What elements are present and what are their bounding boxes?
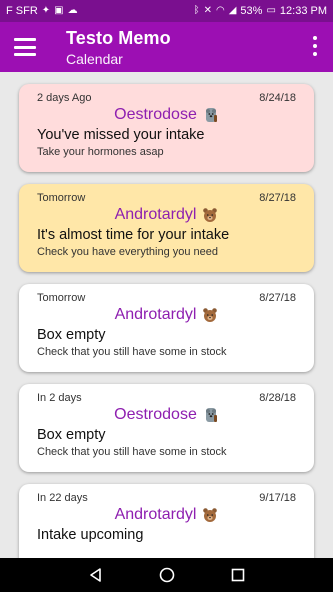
drug-name: Oestrodose bbox=[114, 406, 197, 423]
reminder-title: It's almost time for your intake bbox=[37, 227, 230, 243]
relative-time: 2 days Ago bbox=[37, 92, 92, 104]
status-bar: F SFR ✦ ▣ ☁ ᛒ ✕ ◠ ◢ 53% ▭ 12:33 PM bbox=[0, 0, 333, 22]
drug-name: Androtardyl bbox=[114, 206, 197, 223]
reminder-list[interactable]: 2 days Ago 8/24/18 Oestrodose You've mis… bbox=[0, 72, 333, 558]
date-label: 8/24/18 bbox=[259, 92, 296, 104]
wifi-icon: ◠ bbox=[215, 5, 225, 16]
reminder-description: Check that you still have some in stock bbox=[37, 446, 227, 458]
reminder-title: Box empty bbox=[37, 427, 106, 443]
relative-time: Tomorrow bbox=[37, 192, 86, 204]
signal-icon: ◢ bbox=[228, 5, 237, 16]
reminder-title: You've missed your intake bbox=[37, 127, 205, 143]
status-right: ᛒ ✕ ◠ ◢ 53% ▭ 12:33 PM bbox=[194, 5, 327, 17]
bluetooth-icon: ᛒ bbox=[193, 5, 200, 16]
app-bar: Testo Memo Calendar bbox=[0, 22, 333, 72]
drug-name: Oestrodose bbox=[114, 106, 197, 123]
date-label: 8/27/18 bbox=[259, 192, 296, 204]
date-label: 9/17/18 bbox=[259, 492, 296, 504]
carrier-label: F SFR bbox=[6, 5, 38, 17]
overflow-menu-icon[interactable] bbox=[313, 36, 317, 56]
reminder-description: Check that you still have some in stock bbox=[37, 346, 227, 358]
bear-icon bbox=[202, 307, 218, 323]
app-subtitle: Calendar bbox=[66, 51, 123, 67]
reminder-title: Box empty bbox=[37, 327, 106, 343]
date-label: 8/28/18 bbox=[259, 392, 296, 404]
drug-name: Androtardyl bbox=[114, 506, 197, 523]
reminder-description: Take your hormones asap bbox=[37, 146, 164, 158]
recent-apps-icon[interactable] bbox=[229, 566, 247, 584]
koala-icon bbox=[203, 407, 219, 423]
menu-icon[interactable] bbox=[14, 38, 36, 56]
reminder-card[interactable]: 2 days Ago 8/24/18 Oestrodose You've mis… bbox=[19, 84, 314, 172]
app-title: Testo Memo bbox=[66, 28, 171, 48]
puzzle-icon: ✦ bbox=[41, 5, 51, 16]
reminder-card[interactable]: Tomorrow 8/27/18 Androtardyl It's almost… bbox=[19, 184, 314, 272]
navigation-bar bbox=[0, 558, 333, 592]
bear-icon bbox=[202, 507, 218, 523]
battery-icon: ▭ bbox=[266, 5, 276, 16]
battery-percent: 53% bbox=[240, 5, 263, 17]
status-left: F SFR ✦ ▣ ☁ bbox=[6, 5, 78, 17]
app-bar-titles: Testo Memo Calendar bbox=[66, 28, 171, 67]
home-icon[interactable] bbox=[158, 566, 176, 584]
reminder-card[interactable]: In 22 days 9/17/18 Androtardyl Intake up… bbox=[19, 484, 314, 558]
clock: 12:33 PM bbox=[279, 5, 327, 17]
relative-time: Tomorrow bbox=[37, 292, 86, 304]
image-icon: ▣ bbox=[54, 5, 64, 16]
reminder-card[interactable]: Tomorrow 8/27/18 Androtardyl Box empty C… bbox=[19, 284, 314, 372]
back-icon[interactable] bbox=[87, 566, 105, 584]
drug-name: Androtardyl bbox=[114, 306, 197, 323]
koala-icon bbox=[203, 107, 219, 123]
date-label: 8/27/18 bbox=[259, 292, 296, 304]
relative-time: In 2 days bbox=[37, 392, 82, 404]
reminder-title: Intake upcoming bbox=[37, 527, 144, 543]
reminder-card[interactable]: In 2 days 8/28/18 Oestrodose Box empty C… bbox=[19, 384, 314, 472]
cloud-icon: ☁ bbox=[67, 5, 78, 16]
mute-icon: ✕ bbox=[203, 5, 212, 16]
bear-icon bbox=[202, 207, 218, 223]
relative-time: In 22 days bbox=[37, 492, 88, 504]
reminder-description: Check you have everything you need bbox=[37, 246, 219, 258]
